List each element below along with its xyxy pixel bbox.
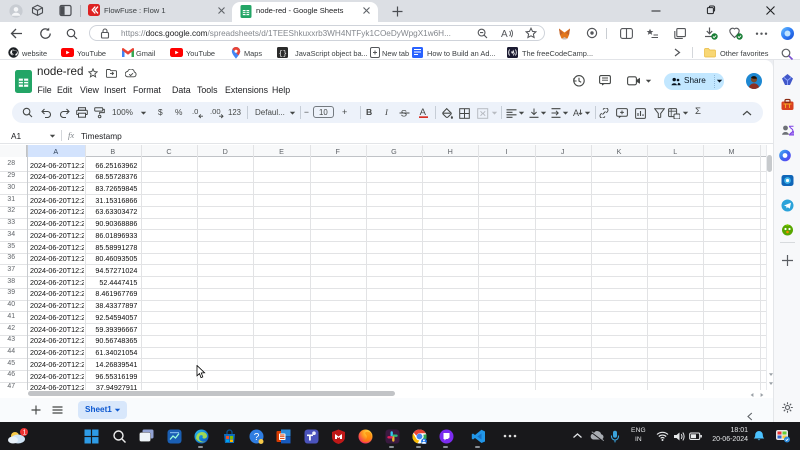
svg-text:{}: {} [279, 50, 287, 58]
svg-text:A: A [501, 29, 508, 39]
svg-text:A: A [573, 108, 579, 118]
svg-text:1: 1 [23, 430, 27, 437]
